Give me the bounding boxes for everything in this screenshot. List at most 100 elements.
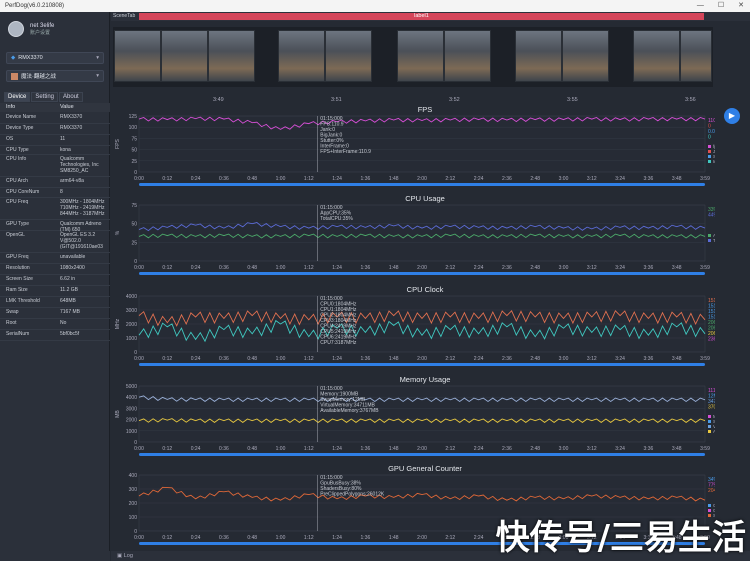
watermark: 快传号/三易生活	[495, 518, 746, 558]
scene-tab[interactable]: SceneTab	[113, 13, 135, 19]
screenshot-thumb[interactable]	[325, 30, 372, 82]
app-select[interactable]: 魔法·翻越之战 ▾	[6, 70, 104, 82]
device-select[interactable]: ◆ RMX3370 ▾	[6, 52, 104, 64]
maximize-button[interactable]: ☐	[718, 0, 724, 12]
screenshot-thumb[interactable]	[680, 30, 712, 82]
info-value: 8	[60, 189, 63, 195]
x-tick-label: 0:48	[247, 535, 257, 541]
chart-3[interactable]: Memory Usage010002000300040005000MB0:00 0…	[115, 374, 715, 462]
minimize-button[interactable]: —	[697, 0, 704, 12]
chart-2[interactable]: CPU Clock01000200030004000MHz0:00 0:12 0:2…	[115, 284, 715, 372]
screenshot-thumb[interactable]	[278, 30, 325, 82]
x-tick-label: 0:00	[134, 535, 144, 541]
info-row: GPU Freq unavailable	[0, 253, 110, 264]
x-tick-label: 2:00	[417, 265, 427, 271]
x-tick-label: 3:00	[559, 356, 569, 362]
chart-1[interactable]: CPU Usage0255075%0:00 0:12 0:24 0:36 0:48 1:0…	[115, 193, 715, 281]
x-tick-label: 1:00	[276, 356, 286, 362]
legend-swatch	[708, 415, 711, 418]
scene-label[interactable]: label1	[139, 13, 704, 20]
screenshot-thumb[interactable]	[161, 30, 208, 82]
x-tick-label: 1:00	[276, 265, 286, 271]
plot-area	[138, 385, 706, 443]
info-value: 5bf0bc5f	[60, 331, 80, 337]
screenshot-thumb[interactable]	[444, 30, 491, 82]
x-tick-label: 0:36	[219, 176, 229, 182]
close-button[interactable]: ✕	[738, 0, 744, 12]
x-tick-label: 2:48	[530, 356, 540, 362]
info-value: 7167 MB	[60, 309, 81, 315]
screenshot-thumb[interactable]	[397, 30, 444, 82]
x-tick-label: 2:36	[502, 356, 512, 362]
x-tick-label: 2:12	[445, 535, 455, 541]
x-tick-label: 2:00	[417, 446, 427, 452]
info-row: Ram Size 11.2 GB	[0, 286, 110, 297]
x-tick-label: 3:12	[587, 176, 597, 182]
screenshot-thumb[interactable]	[633, 30, 680, 82]
y-tick-label: 50	[131, 222, 137, 228]
x-tick-label: 3:59	[700, 265, 710, 271]
time-scrollbar[interactable]	[139, 272, 705, 275]
play-button[interactable]: ▶	[724, 108, 740, 124]
legend-label: InterFrame	[713, 159, 715, 164]
tooltip-line: CPU7:3187MHz	[320, 340, 357, 346]
diamond-icon: ◆	[11, 55, 16, 61]
x-tick-label: 1:36	[361, 446, 371, 452]
x-tick-label: 3:48	[672, 176, 682, 182]
x-tick-label: 0:12	[162, 446, 172, 452]
x-tick-label: 1:24	[332, 446, 342, 452]
info-key: GPU Freq	[6, 254, 29, 260]
x-tick-label: 0:12	[162, 176, 172, 182]
info-value: unavailable	[60, 254, 86, 260]
y-tick-label: 4000	[126, 395, 137, 401]
time-scrollbar[interactable]	[139, 453, 705, 456]
x-tick-label: 3:24	[615, 176, 625, 182]
log-toggle-icon[interactable]: ▣	[117, 553, 122, 559]
info-row: OpenGL OpenGL ES 3.2 V@502.0 (GIT@191610a…	[0, 231, 110, 253]
avatar[interactable]	[8, 21, 24, 37]
info-key: Resolution	[6, 265, 30, 271]
tab-device[interactable]: Device	[4, 92, 31, 102]
info-key: CPU CoreNum	[6, 189, 40, 195]
x-tick-label: 0:48	[247, 176, 257, 182]
y-tick-label: 2000	[126, 322, 137, 328]
tooltip-line: TotalCPU:35%	[320, 216, 353, 222]
time-scrollbar[interactable]	[139, 363, 705, 366]
info-table-header: Info Value	[0, 103, 110, 112]
info-row: Swap 7167 MB	[0, 308, 110, 319]
screenshot-thumb[interactable]	[562, 30, 609, 82]
info-row: OS 11	[0, 135, 110, 146]
x-tick-label: 0:48	[247, 265, 257, 271]
info-key: SerialNum	[6, 331, 30, 337]
chart-title: CPU Clock	[407, 285, 444, 294]
time-scrollbar[interactable]	[139, 183, 705, 186]
tab-setting[interactable]: Setting	[31, 92, 59, 102]
x-tick-label: 0:24	[191, 535, 201, 541]
tab-about[interactable]: About	[59, 92, 83, 102]
account-settings-link[interactable]: 账户设置	[30, 29, 54, 36]
x-tick-label: 0:36	[219, 535, 229, 541]
screenshot-thumb[interactable]	[208, 30, 255, 82]
info-header-key: Info	[6, 104, 16, 110]
log-label[interactable]: Log	[124, 553, 133, 559]
info-value: No	[60, 320, 67, 326]
screenshot-thumb[interactable]	[515, 30, 562, 82]
x-tick-label: 1:12	[304, 446, 314, 452]
legend-value: 44%	[708, 213, 715, 219]
x-tick-label: 0:24	[191, 176, 201, 182]
app-select-value: 魔法·翻越之战	[21, 74, 56, 80]
x-tick-label: 1:36	[361, 265, 371, 271]
legend-value: 0	[708, 135, 711, 141]
x-tick-label: 2:00	[417, 356, 427, 362]
x-tick-label: 1:36	[361, 535, 371, 541]
screenshot-strip[interactable]: 3:49 3:51 3:52 3:55 3:56	[113, 27, 713, 103]
screenshot-thumb[interactable]	[114, 30, 161, 82]
info-key: Swap	[6, 309, 19, 315]
x-tick-label: 2:12	[445, 265, 455, 271]
scene-bar: SceneTab label1	[111, 12, 750, 21]
info-key: Device Type	[6, 125, 34, 131]
chart-0[interactable]: FPS 0 25 50 75 100 125 FPS 0:00 0:12 0:24 0:36 0:48 1…	[115, 104, 715, 192]
x-tick-label: 3:24	[615, 265, 625, 271]
info-value: 1080x2400	[60, 265, 85, 271]
info-value: OpenGL ES 3.2 V@502.0 (GIT@191610ae03	[60, 232, 103, 250]
